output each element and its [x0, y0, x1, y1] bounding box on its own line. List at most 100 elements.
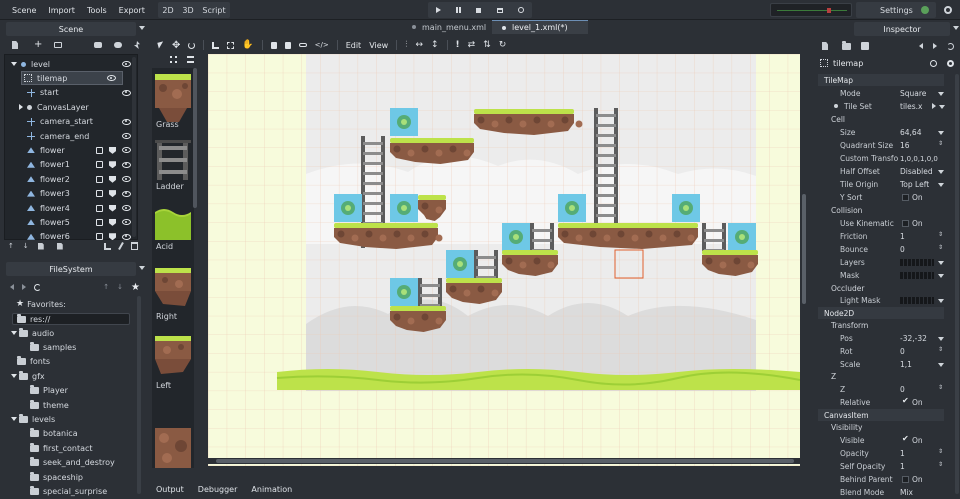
- scene-node[interactable]: flower2: [5, 172, 137, 186]
- filesystem-item[interactable]: first_contact: [4, 441, 136, 455]
- prop-quadrant[interactable]: Quadrant Size 16 ⇕: [818, 139, 944, 152]
- canvas-hscroll[interactable]: [208, 458, 800, 464]
- prop-behind-parent[interactable]: Behind Parent On: [818, 473, 944, 486]
- pause-icon[interactable]: [456, 7, 462, 13]
- visibility-eye-icon[interactable]: [122, 133, 131, 139]
- filesystem-item[interactable]: seek_and_destroy: [4, 456, 136, 470]
- filesystem-item[interactable]: levels: [4, 412, 136, 426]
- settings-gear-icon[interactable]: [944, 6, 952, 14]
- scene-dock-menu-icon[interactable]: [139, 26, 145, 30]
- group-icon[interactable]: [109, 146, 116, 154]
- visibility-eye-icon[interactable]: [122, 61, 131, 67]
- pan-tool-icon[interactable]: ✋: [242, 40, 253, 50]
- scene-tree-scrollbar[interactable]: [132, 57, 136, 237]
- debug-icon[interactable]: [518, 7, 525, 13]
- view-menu[interactable]: View: [369, 41, 388, 50]
- scene-node[interactable]: flower1: [5, 158, 137, 172]
- prop-value[interactable]: -32,-32: [900, 334, 927, 343]
- checkmark-icon[interactable]: ✔: [902, 434, 909, 443]
- stop-icon[interactable]: [476, 7, 482, 13]
- scene-node[interactable]: flower3: [5, 187, 137, 201]
- script-attached-icon[interactable]: [96, 233, 103, 241]
- prop-value[interactable]: 1: [900, 449, 905, 458]
- back-icon[interactable]: [10, 284, 14, 290]
- menu-scene[interactable]: Scene: [6, 6, 42, 15]
- group-visibility[interactable]: Visibility: [818, 421, 944, 434]
- filesystem-item[interactable]: gfx: [4, 369, 136, 383]
- filesystem-item[interactable]: theme: [4, 398, 136, 412]
- tab-animation[interactable]: Animation: [251, 485, 292, 494]
- tab-output[interactable]: Output: [156, 485, 184, 494]
- anchor-icon[interactable]: ⫶: [405, 40, 407, 50]
- canvas-vscroll-thumb[interactable]: [802, 194, 806, 304]
- ruler-tool-icon[interactable]: [212, 41, 220, 49]
- scene-node[interactable]: flower: [5, 143, 137, 157]
- filesystem-dock-menu-icon[interactable]: [139, 266, 145, 270]
- visibility-eye-icon[interactable]: [122, 233, 131, 240]
- prop-tile-origin[interactable]: Tile Origin Top Left: [818, 178, 944, 191]
- tab-main-menu[interactable]: main_menu.xml: [402, 20, 490, 34]
- refresh-icon[interactable]: [34, 283, 41, 291]
- new-resource-icon[interactable]: [822, 42, 828, 50]
- lock-icon[interactable]: [270, 41, 277, 49]
- group-icon[interactable]: [109, 161, 116, 169]
- prop-value[interactable]: 16: [900, 141, 910, 150]
- group-icon[interactable]: [109, 233, 116, 241]
- script-attached-icon[interactable]: [96, 146, 103, 154]
- rotate-tile-icon[interactable]: ↻: [499, 40, 507, 50]
- stepper-icon[interactable]: ⇕: [938, 140, 943, 147]
- prop-value[interactable]: Disabled: [900, 167, 933, 176]
- favorite-star-icon[interactable]: ★: [131, 282, 140, 293]
- mode-2d-button[interactable]: 2D: [162, 6, 173, 15]
- filesystem-item[interactable]: Player: [4, 384, 136, 398]
- edit-icon[interactable]: [118, 242, 124, 250]
- collapse-arrow-icon[interactable]: [19, 104, 23, 111]
- mask-bits[interactable]: [900, 272, 934, 279]
- instance-icon[interactable]: [54, 42, 63, 48]
- group-icon[interactable]: [109, 175, 116, 183]
- canvas-vscroll[interactable]: [800, 54, 808, 466]
- stepper-icon[interactable]: ⇕: [938, 461, 943, 468]
- group-nodes-icon[interactable]: [298, 43, 307, 47]
- prop-value[interactable]: 0: [900, 385, 905, 394]
- prop-layers[interactable]: Layers: [818, 256, 944, 269]
- scene-node[interactable]: start: [5, 86, 137, 100]
- section-tilemap[interactable]: TileMap: [818, 74, 944, 86]
- filesystem-item[interactable]: samples: [4, 340, 136, 354]
- menu-tools[interactable]: Tools: [81, 6, 113, 15]
- prop-pos[interactable]: Pos -32,-32: [818, 332, 944, 345]
- tab-debugger[interactable]: Debugger: [198, 485, 238, 494]
- load-resource-icon[interactable]: [842, 40, 851, 50]
- palette-scrollbar[interactable]: [193, 68, 197, 208]
- stepper-icon[interactable]: ⇕: [938, 384, 943, 391]
- down-icon[interactable]: ↓: [117, 283, 123, 291]
- history-forward-icon[interactable]: [933, 43, 937, 49]
- prop-value[interactable]: 1,1: [900, 360, 912, 369]
- prop-rot[interactable]: Rot 0 ⇕: [818, 345, 944, 358]
- tile-thumb-left[interactable]: [155, 336, 191, 376]
- mirror-y-icon[interactable]: ⇅: [483, 40, 491, 50]
- group-icon[interactable]: [109, 190, 116, 198]
- save-resource-icon[interactable]: [861, 42, 869, 50]
- filesystem-item[interactable]: audio: [4, 326, 136, 340]
- filesystem-item[interactable]: spaceship: [4, 470, 136, 484]
- mode-3d-button[interactable]: 3D: [182, 6, 193, 15]
- visibility-eye-icon[interactable]: [122, 205, 131, 211]
- mode-script-button[interactable]: Script: [202, 6, 225, 15]
- stepper-icon[interactable]: ⇕: [938, 346, 943, 353]
- prop-value[interactable]: Square: [900, 89, 926, 98]
- scene-node[interactable]: tilemap: [21, 71, 123, 86]
- script-icon[interactable]: [94, 42, 102, 48]
- prop-visible[interactable]: Visible ✔ On: [818, 434, 944, 447]
- checkbox[interactable]: [902, 220, 909, 227]
- filesystem-item[interactable]: botanica: [4, 427, 136, 441]
- menu-export[interactable]: Export: [113, 6, 151, 15]
- group-collision[interactable]: Collision: [818, 204, 944, 217]
- prop-value[interactable]: 64,64: [900, 128, 921, 137]
- prop-relative[interactable]: Relative ✔ On: [818, 396, 944, 409]
- checkmark-icon[interactable]: ✔: [902, 396, 909, 405]
- prop-friction[interactable]: Friction 1 ⇕: [818, 230, 944, 243]
- group-cell[interactable]: Cell: [818, 113, 944, 126]
- tile-thumb-ladder[interactable]: [155, 140, 191, 180]
- filesystem-scrollbar[interactable]: [137, 296, 141, 494]
